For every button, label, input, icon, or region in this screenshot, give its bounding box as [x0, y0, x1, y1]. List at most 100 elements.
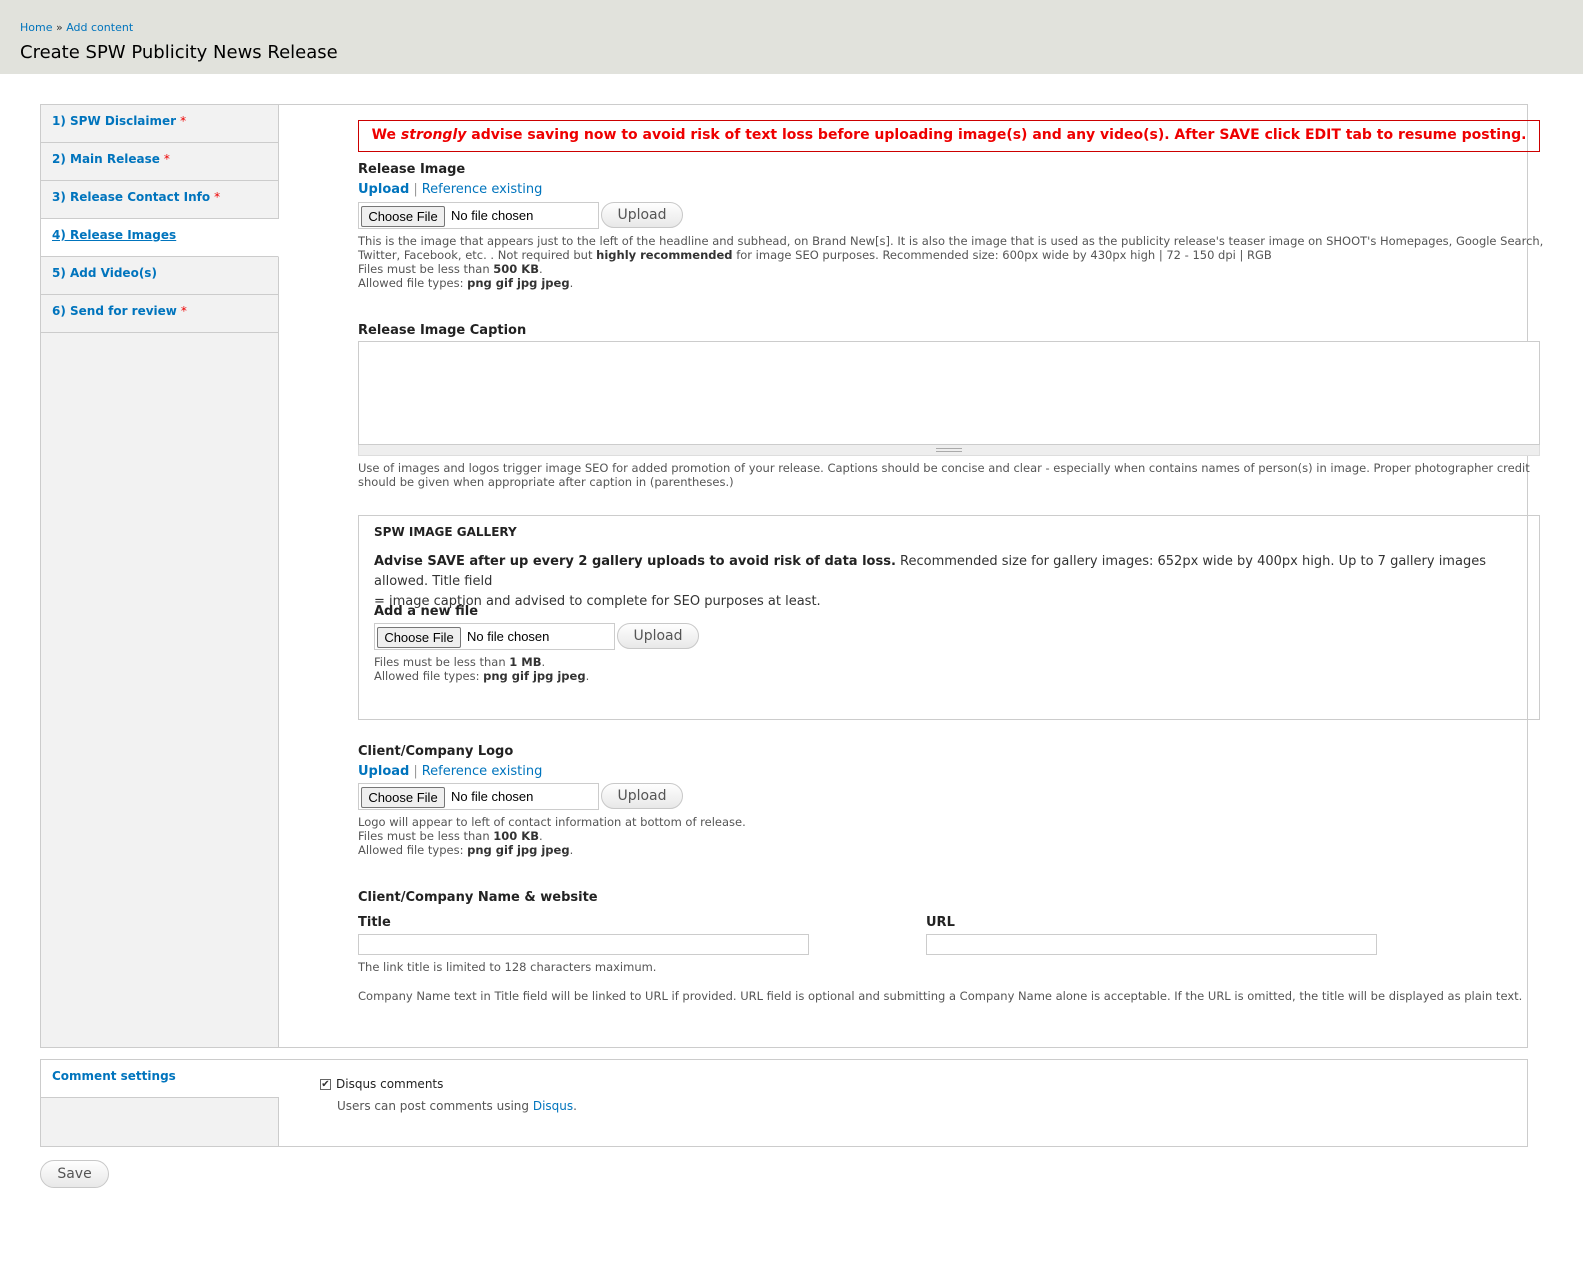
logo-file-input[interactable]: Choose File No file chosen: [358, 783, 599, 810]
gallery-upload-button[interactable]: Upload: [617, 623, 699, 649]
file-size-limit: Files must be less than 1 MB.: [374, 655, 546, 669]
company-link-description: Company Name text in Title field will be…: [358, 989, 1523, 1003]
size-value: 500 KB: [493, 262, 539, 276]
logo-reference-link[interactable]: Reference existing: [422, 764, 543, 779]
tab-label: 6) Send for review: [52, 304, 177, 318]
link-separator: |: [413, 764, 418, 779]
caption-description: Use of images and logos trigger image SE…: [358, 461, 1548, 489]
breadcrumb: Home » Add content: [20, 21, 133, 34]
desc-line: Logo will appear to left of contact info…: [358, 815, 746, 829]
tab-spw-disclaimer[interactable]: 1) SPW Disclaimer *: [41, 105, 278, 143]
no-file-chosen-text: No file chosen: [467, 629, 550, 644]
size-prefix: Files must be less than: [374, 655, 506, 669]
breadcrumb-home-link[interactable]: Home: [20, 21, 52, 34]
choose-file-button[interactable]: Choose File: [361, 206, 445, 227]
tab-label: 4) Release Images: [52, 228, 177, 242]
desc-text: Twitter, Facebook, etc. . Not required b…: [358, 248, 593, 262]
title-description: The link title is limited to 128 charact…: [358, 960, 657, 974]
no-file-chosen-text: No file chosen: [451, 789, 534, 804]
size-prefix: Files must be less than: [358, 829, 490, 843]
release-image-source-links: Upload | Reference existing: [358, 182, 542, 197]
no-file-chosen-text: No file chosen: [451, 208, 534, 223]
required-marker: *: [180, 114, 187, 128]
tab-main-release[interactable]: 2) Main Release *: [41, 143, 278, 181]
logo-description: Logo will appear to left of contact info…: [358, 815, 746, 857]
tab-release-contact-info[interactable]: 3) Release Contact Info *: [41, 181, 278, 219]
advice-line: = image caption and advised to complete …: [374, 594, 821, 609]
tab-add-videos[interactable]: 5) Add Video(s): [41, 257, 278, 295]
types-prefix: Allowed file types:: [358, 276, 464, 290]
gallery-file-input[interactable]: Choose File No file chosen: [374, 623, 615, 650]
desc-emphasis: highly recommended: [596, 248, 733, 262]
title-field-label: Title: [358, 915, 391, 930]
file-size-limit: Files must be less than 500 KB.: [358, 262, 543, 276]
advice-bold: Advise SAVE after up every 2 gallery upl…: [374, 554, 896, 569]
types-prefix: Allowed file types:: [374, 669, 480, 683]
add-new-file-label: Add a new file: [374, 604, 479, 619]
page-title: Create SPW Publicity News Release: [20, 42, 338, 63]
disqus-comments-label[interactable]: Disqus comments: [336, 1077, 443, 1091]
choose-file-button[interactable]: Choose File: [361, 787, 445, 808]
desc-line: should be given when appropriate after c…: [358, 475, 734, 489]
tab-release-images[interactable]: 4) Release Images: [41, 219, 279, 257]
vertical-tabs: 1) SPW Disclaimer * 2) Main Release * 3) R…: [40, 104, 1543, 1048]
release-image-description: This is the image that appears just to t…: [358, 234, 1548, 290]
required-marker: *: [214, 190, 221, 204]
choose-file-button[interactable]: Choose File: [377, 627, 461, 648]
desc-line: Twitter, Facebook, etc. . Not required b…: [358, 248, 1548, 262]
textarea-resize-handle[interactable]: [358, 445, 1540, 456]
gallery-legend: SPW IMAGE GALLERY: [374, 525, 517, 539]
vertical-tabs-list: 1) SPW Disclaimer * 2) Main Release * 3) R…: [41, 105, 279, 1047]
file-size-limit: Files must be less than 100 KB.: [358, 829, 543, 843]
release-image-upload-button[interactable]: Upload: [601, 202, 683, 228]
comment-settings-tabs: Comment settings: [41, 1060, 279, 1146]
release-image-upload-link[interactable]: Upload: [358, 182, 409, 197]
warning-emphasis: strongly: [400, 127, 467, 143]
page-header: Home » Add content Create SPW Publicity …: [0, 0, 1583, 74]
url-field-label: URL: [926, 915, 955, 930]
advice-line: Advise SAVE after up every 2 gallery upl…: [374, 552, 1524, 592]
size-value: 1 MB: [509, 655, 542, 669]
gallery-advice: Advise SAVE after up every 2 gallery upl…: [374, 552, 1524, 612]
logo-upload-button[interactable]: Upload: [601, 783, 683, 809]
desc-line: Use of images and logos trigger image SE…: [358, 461, 1530, 475]
desc-line: This is the image that appears just to t…: [358, 234, 1544, 248]
company-title-input[interactable]: [358, 934, 809, 955]
link-separator: |: [413, 182, 418, 197]
caption-label: Release Image Caption: [358, 323, 527, 338]
types-value: png gif jpg jpeg: [467, 843, 570, 857]
company-url-input[interactable]: [926, 934, 1377, 955]
release-image-reference-link[interactable]: Reference existing: [422, 182, 543, 197]
tab-label: 2) Main Release: [52, 152, 160, 166]
warning-text-pre: We: [371, 127, 397, 143]
size-value: 100 KB: [493, 829, 539, 843]
desc-text: Users can post comments using: [337, 1099, 530, 1113]
tab-send-for-review[interactable]: 6) Send for review *: [41, 295, 278, 333]
tab-pane-release-images: We strongly advise saving now to avoid r…: [319, 105, 1543, 1047]
logo-label: Client/Company Logo: [358, 744, 514, 759]
caption-textarea[interactable]: [358, 341, 1540, 445]
required-marker: *: [163, 152, 170, 166]
save-button[interactable]: Save: [40, 1160, 109, 1188]
disqus-link[interactable]: Disqus: [533, 1099, 573, 1113]
breadcrumb-add-content-link[interactable]: Add content: [66, 21, 133, 34]
types-value: png gif jpg jpeg: [467, 276, 570, 290]
allowed-file-types: Allowed file types: png gif jpg jpeg.: [358, 843, 574, 857]
release-image-label: Release Image: [358, 162, 466, 177]
disqus-comments-checkbox[interactable]: ✔: [320, 1079, 331, 1090]
release-image-file-input[interactable]: Choose File No file chosen: [358, 202, 599, 229]
allowed-file-types: Allowed file types: png gif jpg jpeg.: [374, 669, 590, 683]
warning-text-post: advise saving now to avoid risk of text …: [471, 127, 1527, 143]
company-name-website-label: Client/Company Name & website: [358, 890, 598, 905]
types-value: png gif jpg jpeg: [483, 669, 586, 683]
tab-comment-settings[interactable]: Comment settings: [41, 1060, 279, 1098]
logo-upload-link[interactable]: Upload: [358, 764, 409, 779]
save-warning-banner: We strongly advise saving now to avoid r…: [358, 120, 1540, 152]
tab-label: 5) Add Video(s): [52, 266, 157, 280]
desc-text: .: [573, 1099, 577, 1113]
tab-label: 1) SPW Disclaimer: [52, 114, 177, 128]
disqus-description: Users can post comments using Disqus.: [337, 1099, 577, 1113]
allowed-file-types: Allowed file types: png gif jpg jpeg.: [358, 276, 574, 290]
gallery-file-description: Files must be less than 1 MB. Allowed fi…: [374, 655, 589, 683]
breadcrumb-separator: »: [55, 21, 63, 34]
